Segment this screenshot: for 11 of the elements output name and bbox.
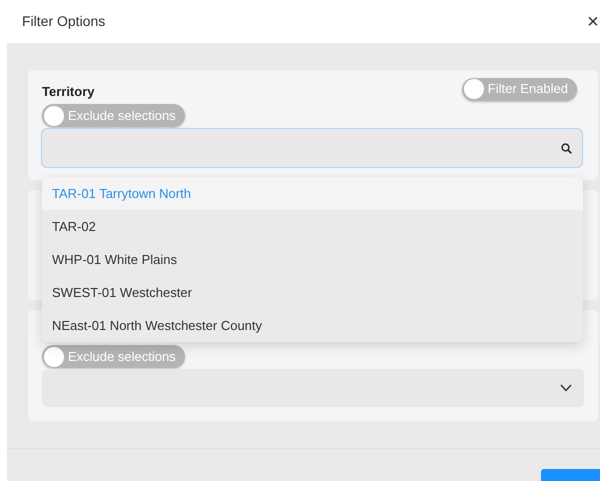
close-button[interactable]: × bbox=[587, 12, 599, 32]
select-field[interactable] bbox=[42, 369, 584, 407]
search-field[interactable] bbox=[41, 128, 583, 168]
dropdown-option[interactable]: TAR-02 bbox=[42, 210, 583, 243]
filter-label: Territory bbox=[42, 83, 94, 102]
chevron-down-icon bbox=[560, 384, 572, 392]
dialog-title: Filter Options bbox=[22, 12, 106, 31]
dropdown-option[interactable]: NEast-01 North Westchester County bbox=[42, 309, 583, 342]
dropdown-option[interactable]: SWEST-01 Westchester bbox=[42, 276, 583, 309]
dropdown-option[interactable]: WHP-01 White Plains bbox=[42, 243, 583, 276]
search-icon bbox=[561, 142, 572, 154]
